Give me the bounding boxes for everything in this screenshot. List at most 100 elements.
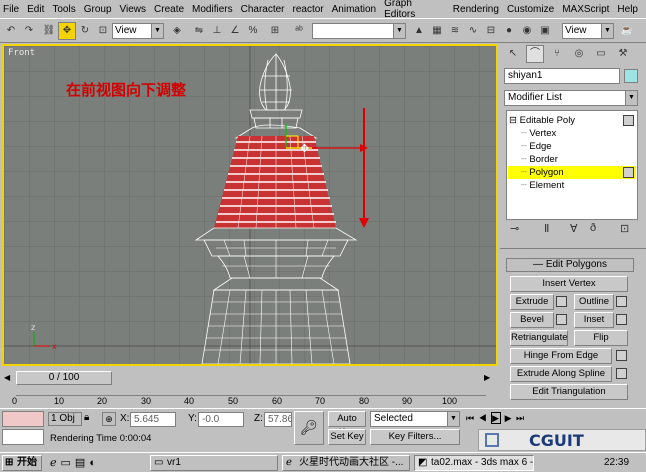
time-slider-thumb[interactable]: 0 / 100	[16, 371, 112, 385]
reference-coord-dropdown[interactable]: View ▼	[112, 23, 164, 39]
menu-reactor[interactable]: reactor	[293, 4, 324, 15]
stack-element[interactable]: ┄ Element	[521, 179, 564, 192]
menu-create[interactable]: Create	[154, 4, 184, 15]
go-to-start-icon[interactable]: ⏮	[466, 413, 475, 423]
play-icon[interactable]: ▶	[491, 412, 502, 424]
key-selection-dropdown[interactable]: Selected ▼	[370, 411, 460, 427]
key-filters-button[interactable]: Key Filters...	[370, 429, 460, 445]
auto-key-button[interactable]: Auto Key	[328, 411, 366, 438]
menu-graph-editors[interactable]: Graph Editors	[384, 0, 445, 20]
front-viewport[interactable]: ✥ x z Front 在前视图向下调整	[2, 44, 498, 366]
stack-toggle-icon[interactable]	[623, 115, 634, 126]
render-type-dropdown[interactable]: View ▼	[562, 23, 614, 39]
hinge-from-edge-button[interactable]: Hinge From Edge	[510, 348, 612, 364]
select-move-icon[interactable]: ✥	[58, 22, 76, 40]
snap-icon[interactable]: ∠	[226, 22, 244, 40]
desktop-icon[interactable]: ▤	[75, 457, 89, 469]
redo-icon[interactable]: ↷	[20, 22, 38, 40]
track-bar[interactable]: 0 10 20 30 40 50 60 70 80 90 100	[0, 386, 498, 408]
motion-tab-icon[interactable]: ◎	[570, 45, 588, 63]
folder-icon[interactable]: ▭	[61, 457, 75, 469]
render-scene-icon[interactable]: ◉	[518, 22, 536, 40]
create-tab-icon[interactable]: ↖	[504, 45, 522, 63]
edit-triangulation-button[interactable]: Edit Triangulation	[510, 384, 628, 400]
menu-maxscript[interactable]: MAXScript	[562, 4, 609, 15]
media-icon[interactable]: ◐	[89, 457, 100, 469]
menu-customize[interactable]: Customize	[507, 4, 554, 15]
remove-modifier-icon[interactable]: ð	[590, 222, 596, 234]
set-key-button[interactable]: Set Key	[328, 429, 366, 445]
menu-file[interactable]: File	[3, 4, 19, 15]
next-frame-button-icon[interactable]: ▶	[505, 413, 513, 423]
insert-vertex-button[interactable]: Insert Vertex	[510, 276, 628, 292]
menu-rendering[interactable]: Rendering	[453, 4, 499, 15]
y-coordinate-field[interactable]: -0.0	[198, 412, 244, 427]
mirror-icon[interactable]: ⇋	[190, 22, 208, 40]
bevel-button[interactable]: Bevel	[510, 312, 554, 328]
maxscript-listener-white[interactable]	[2, 429, 44, 445]
time-slider[interactable]: ◀ 0 / 100 ▶	[0, 370, 498, 386]
bevel-settings-icon[interactable]	[556, 314, 567, 325]
next-frame-icon[interactable]: ▶	[484, 372, 494, 384]
link-icon[interactable]: ⛓	[40, 22, 58, 40]
task-3dsmax[interactable]: ◩ ta02.max - 3ds max 6 - ...	[414, 455, 534, 471]
menu-character[interactable]: Character	[241, 4, 285, 15]
modifier-list-dropdown[interactable]: Modifier List ▼	[504, 90, 638, 106]
schematic-icon[interactable]: ⊟	[482, 22, 500, 40]
hinge-settings-icon[interactable]	[616, 350, 627, 361]
align-icon[interactable]: ⊥	[208, 22, 226, 40]
menu-tools[interactable]: Tools	[52, 4, 75, 15]
modify-tab-icon[interactable]: ⌒	[526, 45, 544, 63]
layer-icon[interactable]: ≋	[446, 22, 464, 40]
curve-editor-icon[interactable]: ∿	[464, 22, 482, 40]
menu-help[interactable]: Help	[617, 4, 638, 15]
task-vr1[interactable]: ▭ vr1	[150, 455, 278, 471]
go-to-end-icon[interactable]: ⏭	[516, 413, 525, 423]
percent-snap-icon[interactable]: %	[244, 22, 262, 40]
extrude-spline-settings-icon[interactable]	[616, 368, 627, 379]
make-unique-icon[interactable]: ∀	[570, 222, 578, 235]
show-end-result-icon[interactable]: Ⅱ	[544, 222, 549, 235]
z-coordinate-field[interactable]: 57.868	[264, 412, 292, 427]
prev-frame-icon[interactable]: ◀	[4, 372, 14, 384]
stack-polygon-toggle-icon[interactable]	[623, 167, 634, 178]
configure-sets-icon[interactable]: ⊡	[620, 222, 629, 235]
pin-stack-icon[interactable]: ⊸	[510, 222, 519, 235]
abc-icon[interactable]: ᵃᵇ	[290, 22, 308, 40]
menu-animation[interactable]: Animation	[332, 4, 376, 15]
absolute-mode-icon[interactable]: ⊕	[102, 412, 116, 426]
extrude-settings-icon[interactable]	[556, 296, 567, 307]
lock-icon[interactable]: 🔒︎	[84, 412, 89, 423]
mirror-tool-icon[interactable]: ▲	[410, 22, 428, 40]
maxscript-listener-pink[interactable]	[2, 411, 44, 427]
task-browser[interactable]: ℯ 火星时代动画大社区 -...	[282, 455, 410, 471]
flip-button[interactable]: Flip	[574, 330, 628, 346]
stack-edge[interactable]: ┄ Edge	[521, 140, 552, 153]
stack-polygon[interactable]: ┄ Polygon	[508, 166, 636, 179]
x-coordinate-field[interactable]: 5.645	[130, 412, 176, 427]
undo-icon[interactable]: ↶	[2, 22, 20, 40]
menu-modifiers[interactable]: Modifiers	[192, 4, 233, 15]
inset-settings-icon[interactable]	[616, 314, 627, 325]
utilities-tab-icon[interactable]: ⚒	[614, 45, 632, 63]
outline-button[interactable]: Outline	[574, 294, 614, 310]
stack-editable-poly[interactable]: ⊟ Editable Poly	[509, 114, 575, 127]
rollout-edit-polygons[interactable]: — Edit Polygons	[506, 258, 634, 272]
ie-icon[interactable]: ℯ	[50, 457, 61, 469]
extrude-along-spline-button[interactable]: Extrude Along Spline	[510, 366, 612, 382]
menu-edit[interactable]: Edit	[27, 4, 44, 15]
named-selection-set-dropdown[interactable]: ▼	[312, 23, 406, 39]
render-last-icon[interactable]: ☕	[618, 22, 636, 40]
viewport-label[interactable]: Front	[8, 48, 35, 58]
array-icon[interactable]: ▦	[428, 22, 446, 40]
previous-frame-icon[interactable]: ◀	[479, 413, 488, 423]
set-key-mode-icon[interactable]: 🔑︎	[294, 411, 324, 445]
hierarchy-tab-icon[interactable]: ⑂	[548, 45, 566, 63]
named-selection-icon[interactable]: ⊞	[266, 22, 284, 40]
menu-views[interactable]: Views	[120, 4, 147, 15]
start-button[interactable]: ⊞ 开始	[2, 455, 42, 471]
quick-render-icon[interactable]: ▣	[536, 22, 554, 40]
stack-border[interactable]: ┄ Border	[521, 153, 558, 166]
scale-icon[interactable]: ⊡	[94, 22, 112, 40]
display-tab-icon[interactable]: ▭	[592, 45, 610, 63]
